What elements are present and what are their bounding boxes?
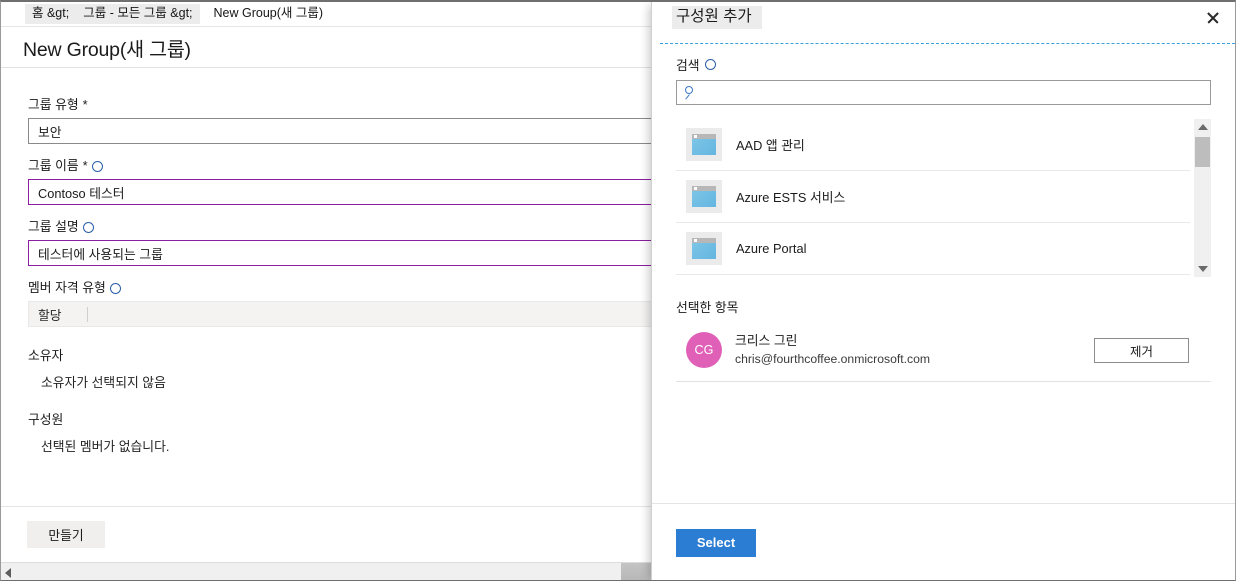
blade-title-bar: New Group(새 그룹) bbox=[1, 27, 653, 68]
new-group-form: 그룹 유형 * 보안 그룹 이름 * Contoso 테스터 그룹 설명 테스터… bbox=[1, 69, 653, 506]
selected-item-text: 크리스 그린 chris@fourthcoffee.onmicrosoft.co… bbox=[735, 332, 1081, 368]
list-item[interactable]: AAD 앱 관리 bbox=[676, 119, 1190, 171]
scroll-left-arrow-icon[interactable] bbox=[5, 568, 11, 578]
search-box[interactable] bbox=[676, 80, 1211, 105]
blade-footer: 만들기 bbox=[1, 506, 653, 562]
new-group-blade: 홈 &gt; 그룹 - 모든 그룹 &gt; New Group(새 그룹) N… bbox=[1, 2, 653, 580]
membership-type-select: 할당 bbox=[28, 301, 653, 327]
group-description-label: 그룹 설명 bbox=[28, 219, 653, 235]
membership-type-label: 멤버 자격 유형 bbox=[28, 280, 653, 296]
group-description-label-text: 그룹 설명 bbox=[28, 219, 79, 234]
horizontal-scrollbar[interactable] bbox=[1, 562, 653, 580]
membership-type-value: 할당 bbox=[38, 307, 62, 323]
app-window-icon bbox=[686, 232, 722, 265]
required-asterisk: * bbox=[82, 97, 88, 112]
info-icon[interactable] bbox=[91, 160, 103, 172]
search-results: AAD 앱 관리 Azure ESTS 서비스 Azure Portal bbox=[676, 119, 1211, 277]
search-label-text: 검색 bbox=[676, 58, 700, 73]
close-icon[interactable] bbox=[1201, 6, 1225, 30]
list-item-label: Azure ESTS 서비스 bbox=[736, 190, 846, 205]
membership-type-label-text: 멤버 자격 유형 bbox=[28, 280, 106, 295]
results-vertical-scrollbar[interactable] bbox=[1194, 119, 1211, 277]
list-item[interactable]: Azure ESTS 서비스 bbox=[676, 171, 1190, 223]
group-type-value: 보안 bbox=[38, 124, 62, 140]
vertical-scroll-thumb[interactable] bbox=[1195, 137, 1210, 167]
field-group-description: 그룹 설명 테스터에 사용되는 그룹 bbox=[28, 219, 653, 266]
list-item[interactable]: Azure Portal bbox=[676, 223, 1190, 275]
scroll-up-arrow-icon[interactable] bbox=[1198, 124, 1208, 130]
field-group-type: 그룹 유형 * 보안 bbox=[28, 97, 653, 144]
list-item-label: AAD 앱 관리 bbox=[736, 138, 805, 153]
group-name-value: Contoso 테스터 bbox=[38, 185, 125, 201]
info-icon[interactable] bbox=[109, 282, 121, 294]
avatar: CG bbox=[686, 332, 722, 368]
group-type-label: 그룹 유형 * bbox=[28, 97, 653, 113]
group-type-label-text: 그룹 유형 bbox=[28, 97, 79, 112]
azure-portal-screen: 홈 &gt; 그룹 - 모든 그룹 &gt; New Group(새 그룹) N… bbox=[0, 0, 1236, 581]
page-title: New Group(새 그룹) bbox=[23, 38, 191, 61]
select-button[interactable]: Select bbox=[676, 528, 756, 557]
group-description-value: 테스터에 사용되는 그룹 bbox=[38, 246, 163, 262]
breadcrumb-item-new-group: New Group(새 그룹) bbox=[213, 6, 324, 20]
search-icon bbox=[685, 86, 693, 94]
selected-item-email: chris@fourthcoffee.onmicrosoft.com bbox=[735, 352, 931, 366]
info-icon[interactable] bbox=[82, 221, 94, 233]
info-icon[interactable] bbox=[704, 59, 716, 70]
panel-body: 검색 AAD 앱 관리 Azure ESTS 서비스 Azure Portal … bbox=[652, 33, 1235, 382]
search-label: 검색 bbox=[676, 55, 1211, 74]
members-heading: 구성원 bbox=[28, 412, 64, 427]
group-name-label-text: 그룹 이름 bbox=[28, 158, 79, 173]
required-asterisk: * bbox=[82, 158, 88, 173]
owners-status[interactable]: 소유자가 선택되지 않음 bbox=[28, 372, 653, 391]
search-input[interactable] bbox=[705, 81, 1206, 104]
breadcrumb-item-home[interactable]: 홈 &gt; bbox=[25, 4, 77, 24]
panel-footer: Select bbox=[652, 503, 1235, 580]
group-name-label: 그룹 이름 * bbox=[28, 158, 653, 174]
list-item-label: Azure Portal bbox=[736, 241, 807, 256]
members-status[interactable]: 선택된 멤버가 없습니다. bbox=[28, 436, 653, 455]
field-group-name: 그룹 이름 * Contoso 테스터 bbox=[28, 158, 653, 205]
add-members-panel: 구성원 추가 검색 AAD 앱 관리 Azure ESTS 서비스 Azure … bbox=[651, 2, 1235, 580]
app-window-icon bbox=[686, 128, 722, 161]
selected-item-name: 크리스 그린 bbox=[735, 333, 798, 348]
search-results-list: AAD 앱 관리 Azure ESTS 서비스 Azure Portal bbox=[676, 119, 1190, 277]
panel-title: 구성원 추가 bbox=[672, 6, 762, 29]
selected-items-heading: 선택한 항목 bbox=[676, 300, 739, 315]
owners-heading: 소유자 bbox=[28, 348, 64, 363]
scroll-down-arrow-icon[interactable] bbox=[1198, 266, 1208, 272]
panel-header: 구성원 추가 bbox=[652, 2, 1235, 33]
group-type-select[interactable]: 보안 bbox=[28, 118, 653, 144]
breadcrumb-item-groups[interactable]: 그룹 - 모든 그룹 &gt; bbox=[76, 4, 200, 24]
group-name-input[interactable]: Contoso 테스터 bbox=[28, 179, 653, 205]
horizontal-scroll-thumb[interactable] bbox=[621, 563, 653, 580]
remove-button[interactable]: 제거 bbox=[1094, 337, 1189, 363]
group-description-input[interactable]: 테스터에 사용되는 그룹 bbox=[28, 240, 653, 266]
selected-item-row: CG 크리스 그린 chris@fourthcoffee.onmicrosoft… bbox=[676, 326, 1211, 382]
create-button[interactable]: 만들기 bbox=[27, 521, 105, 548]
panel-dashed-divider bbox=[660, 43, 1235, 44]
field-membership-type: 멤버 자격 유형 할당 bbox=[28, 280, 653, 327]
breadcrumb: 홈 &gt; 그룹 - 모든 그룹 &gt; New Group(새 그룹) bbox=[1, 2, 653, 27]
app-window-icon bbox=[686, 180, 722, 213]
